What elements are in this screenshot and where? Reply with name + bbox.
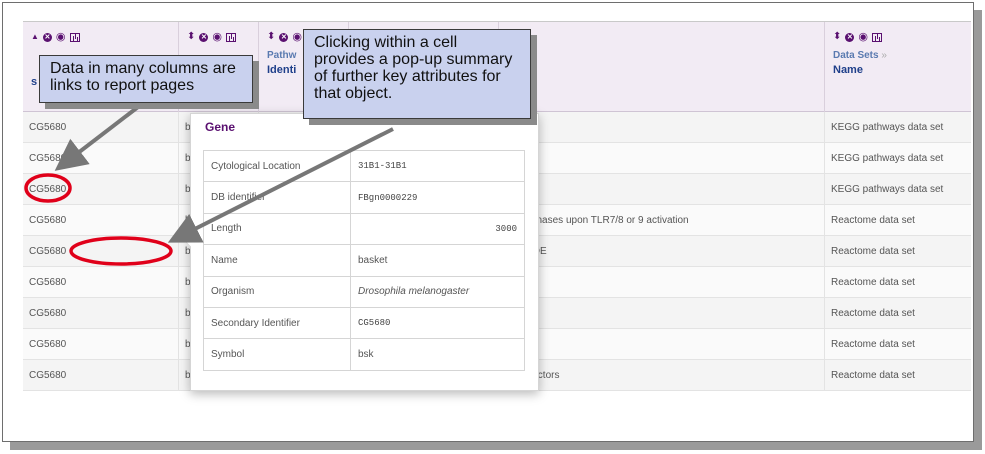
pathway-name-cell[interactable] (499, 143, 825, 174)
popup-field-label: Length (203, 212, 351, 246)
sort-updown-icon[interactable]: ⬍ (187, 32, 195, 42)
pathway-name-cell[interactable] (499, 329, 825, 360)
pathway-name-cell[interactable]: on (499, 174, 825, 205)
gene-identifier-cell[interactable]: CG5680 (23, 267, 179, 298)
sort-up-icon[interactable]: ▲ (31, 32, 39, 42)
popup-field-value: CG5680 (350, 306, 525, 340)
popup-field-value: bsk (350, 338, 525, 371)
popup-row: Name basket (203, 244, 525, 277)
gene-identifier-cell[interactable]: CG5680 (23, 205, 179, 236)
column-summary-icon[interactable] (226, 32, 236, 42)
pathway-name-cell[interactable]: um (499, 112, 825, 143)
sort-updown-icon[interactable]: ⬍ (833, 32, 841, 42)
remove-column-icon[interactable]: ✕ (199, 32, 209, 42)
popup-row: Symbol bsk (203, 338, 525, 371)
eye-icon[interactable]: ◉ (858, 32, 868, 43)
gene-identifier-cell[interactable]: CG5680 (23, 112, 179, 143)
data-set-name-cell[interactable]: KEGG pathways data set (825, 143, 971, 174)
popup-field-value: FBgn0000229 (350, 181, 525, 214)
path-separator: » (881, 50, 887, 61)
popup-field-value: basket (350, 244, 525, 277)
popup-row: Cytological Location 31B1-31B1 (203, 149, 525, 183)
remove-column-icon[interactable]: ✕ (42, 32, 52, 42)
callout-popup: Clicking within a cell provides a pop-up… (303, 29, 531, 119)
data-set-name-cell[interactable]: Reactome data set (825, 329, 971, 360)
pathway-name-cell[interactable] (499, 298, 825, 329)
column-summary-icon[interactable] (872, 32, 882, 42)
column-header-6-name: Name (833, 64, 863, 76)
popup-row: Organism Drosophila melanogaster (203, 275, 525, 308)
popup-field-label: Name (203, 244, 351, 277)
callout-links: Data in many columns are links to report… (39, 55, 253, 103)
pathway-name-cell[interactable]: MAP kinases upon TLR7/8 or 9 activation (499, 205, 825, 236)
popup-row: Length 3000 (203, 212, 525, 246)
data-set-name-cell[interactable]: Reactome data set (825, 205, 971, 236)
gene-identifier-cell[interactable]: CG5680 (23, 360, 179, 391)
pathway-name-cell[interactable] (499, 267, 825, 298)
popup-field-label: Symbol (203, 338, 351, 371)
popup-field-value: 31B1-31B1 (350, 149, 525, 183)
data-set-name-cell[interactable]: Reactome data set (825, 298, 971, 329)
eye-icon[interactable]: ◉ (56, 32, 66, 43)
popup-field-label: Secondary Identifier (203, 306, 351, 340)
gene-identifier-cell[interactable]: CG5680 (23, 298, 179, 329)
popup-row: Secondary Identifier CG5680 (203, 306, 525, 340)
eye-icon[interactable]: ◉ (292, 32, 302, 43)
eye-icon[interactable]: ◉ (212, 32, 222, 43)
column-header-6-path: Data Sets » (833, 50, 971, 61)
data-set-name-cell[interactable]: Reactome data set (825, 236, 971, 267)
popup-field-label: Cytological Location (203, 149, 351, 183)
popup-field-label: DB identifier (203, 181, 351, 214)
gene-identifier-cell[interactable]: CG5680 (23, 329, 179, 360)
remove-column-icon[interactable]: ✕ (845, 32, 855, 42)
gene-identifier-cell[interactable]: CG5680 (23, 143, 179, 174)
data-set-name-cell[interactable]: Reactome data set (825, 267, 971, 298)
data-set-name-cell[interactable]: KEGG pathways data set (825, 112, 971, 143)
pathway-name-cell[interactable]: nd NADE (499, 236, 825, 267)
popup-row: DB identifier FBgn0000229 (203, 181, 525, 214)
gene-identifier-cell[interactable]: CG5680 (23, 236, 179, 267)
path-label: Data Sets (833, 50, 879, 61)
pathway-name-cell[interactable]: ation factors (499, 360, 825, 391)
screenshot-frame: ▲ ✕ ◉ s ⬍ ✕ ◉ ⬍ ✕ ◉ Pathw Identi ⬍ ✕ ◉ D… (2, 2, 974, 442)
sort-updown-icon[interactable]: ⬍ (267, 32, 275, 42)
popup-attributes: Cytological Location 31B1-31B1 DB identifi… (203, 149, 525, 371)
popup-field-value: 3000 (350, 212, 525, 246)
popup-title: Gene (205, 120, 236, 134)
data-set-name-cell[interactable]: Reactome data set (825, 360, 971, 391)
gene-popup: Gene Cytological Location 31B1-31B1 DB ide… (180, 113, 539, 391)
data-set-name-cell[interactable]: KEGG pathways data set (825, 174, 971, 205)
column-header-5[interactable] (499, 22, 825, 112)
gene-identifier-cell[interactable]: CG5680 (23, 174, 179, 205)
column-summary-icon[interactable] (69, 32, 80, 42)
column-header-6[interactable]: ⬍ ✕ ◉ Data Sets » Name (825, 22, 971, 112)
remove-column-icon[interactable]: ✕ (279, 32, 289, 42)
popup-field-label: Organism (203, 275, 351, 308)
popup-field-value: Drosophila melanogaster (350, 275, 525, 308)
